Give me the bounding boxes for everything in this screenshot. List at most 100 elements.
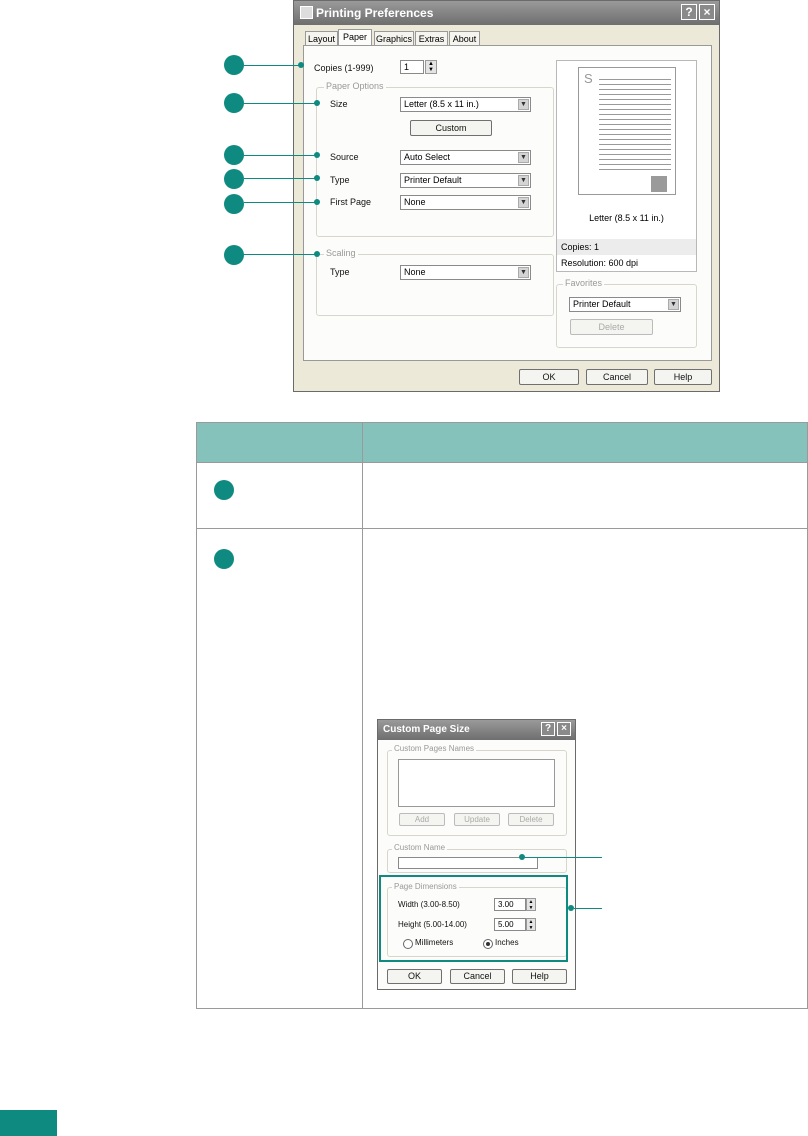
callout-marker: [224, 93, 244, 113]
tab-about[interactable]: About: [449, 31, 480, 45]
dialog-titlebar: Printing Preferences ? ×: [294, 1, 719, 25]
callout-line: [244, 202, 316, 203]
custom-ok-button[interactable]: OK: [387, 969, 442, 984]
footer-page-bar: [0, 1110, 57, 1136]
tab-extras[interactable]: Extras: [415, 31, 448, 45]
copies-label: Copies (1-999): [314, 63, 374, 73]
callout-marker: [224, 245, 244, 265]
size-value: Letter (8.5 x 11 in.): [404, 99, 479, 109]
scaling-type-label: Type: [330, 267, 350, 277]
close-title-button[interactable]: ×: [699, 4, 715, 20]
scaling-label: Scaling: [324, 248, 358, 258]
copies-input[interactable]: 1: [400, 60, 424, 74]
printer-icon: [300, 6, 313, 19]
source-value: Auto Select: [404, 152, 451, 162]
paper-options-label: Paper Options: [324, 81, 386, 91]
page-dimensions-highlight: [379, 875, 568, 962]
callout-line: [244, 178, 316, 179]
type-label: Type: [330, 175, 350, 185]
callout-line: [244, 65, 300, 66]
chevron-down-icon: ▼: [518, 175, 529, 186]
table-border-header-bottom: [196, 462, 808, 463]
cancel-button[interactable]: Cancel: [586, 369, 648, 385]
favorites-value: Printer Default: [573, 299, 631, 309]
chevron-down-icon: ▼: [518, 197, 529, 208]
favorites-label: Favorites: [563, 278, 605, 288]
first-page-value: None: [404, 197, 426, 207]
add-button[interactable]: Add: [399, 813, 445, 826]
favorites-group: [556, 284, 697, 348]
close-title-button[interactable]: ×: [557, 722, 571, 736]
preview-caption: Letter (8.5 x 11 in.): [589, 213, 664, 223]
resolution-info-row: Resolution: 600 dpi: [557, 256, 696, 271]
copies-spinner[interactable]: ▲ ▼: [425, 60, 437, 74]
chevron-down-icon: ▼: [668, 299, 679, 310]
type-value: Printer Default: [404, 175, 462, 185]
callout-dot: [314, 100, 320, 106]
callout-dot: [314, 199, 320, 205]
table-border-top: [196, 422, 808, 423]
page-preview: S: [578, 67, 676, 195]
first-page-combo[interactable]: None ▼: [400, 195, 531, 210]
chevron-down-icon: ▼: [518, 152, 529, 163]
custom-pages-list[interactable]: [398, 759, 555, 807]
scaling-type-value: None: [404, 267, 426, 277]
favorites-combo[interactable]: Printer Default ▼: [569, 297, 681, 312]
first-page-label: First Page: [330, 197, 372, 207]
type-combo[interactable]: Printer Default ▼: [400, 173, 531, 188]
preview-image-block: [651, 176, 667, 192]
size-combo[interactable]: Letter (8.5 x 11 in.) ▼: [400, 97, 531, 112]
help-button[interactable]: Help: [654, 369, 712, 385]
callout-line: [244, 254, 316, 255]
copies-info: Copies: 1: [561, 242, 600, 252]
callout-dot: [314, 152, 320, 158]
custom-pages-names-label: Custom Pages Names: [392, 744, 477, 753]
help-title-button[interactable]: ?: [681, 4, 697, 20]
custom-dialog-titlebar: Custom Page Size ? ×: [378, 720, 575, 740]
table-border-row1-bottom: [196, 528, 808, 529]
custom-cancel-button[interactable]: Cancel: [450, 969, 505, 984]
custom-help-button[interactable]: Help: [512, 969, 567, 984]
scaling-type-combo[interactable]: None ▼: [400, 265, 531, 280]
update-button[interactable]: Update: [454, 813, 500, 826]
callout-line: [244, 155, 316, 156]
table-row-marker: [214, 549, 234, 569]
callout-line: [574, 908, 602, 909]
callout-marker: [224, 145, 244, 165]
table-row-marker: [214, 480, 234, 500]
custom-dialog-title: Custom Page Size: [383, 724, 470, 735]
callout-dot: [298, 62, 304, 68]
preview-panel: S Letter (8.5 x 11 in.) Copies: 1 Resolu…: [556, 60, 697, 272]
custom-name-input[interactable]: [398, 857, 538, 869]
preview-letter: S: [584, 71, 593, 86]
table-border-bottom: [196, 1008, 808, 1009]
table-border-left: [196, 422, 197, 1009]
printing-preferences-dialog: Printing Preferences ? × Layout Paper Gr…: [293, 0, 720, 392]
source-combo[interactable]: Auto Select ▼: [400, 150, 531, 165]
chevron-down-icon: ▼: [518, 99, 529, 110]
resolution-info: Resolution: 600 dpi: [561, 258, 639, 268]
source-label: Source: [330, 152, 359, 162]
callout-dot: [314, 251, 320, 257]
tab-graphics[interactable]: Graphics: [374, 31, 414, 45]
dialog-title: Printing Preferences: [316, 6, 434, 20]
paper-tab-panel: Copies (1-999) 1 ▲ ▼ Paper Options Size L…: [303, 45, 712, 361]
callout-marker: [224, 194, 244, 214]
custom-name-label: Custom Name: [392, 843, 448, 852]
ok-button[interactable]: OK: [519, 369, 579, 385]
table-border-middle: [362, 422, 363, 1009]
table-header: [197, 423, 807, 463]
tab-paper[interactable]: Paper: [338, 29, 372, 46]
custom-button[interactable]: Custom: [410, 120, 492, 136]
callout-dot: [314, 175, 320, 181]
favorites-delete-button[interactable]: Delete: [570, 319, 653, 335]
scaling-group: [316, 254, 554, 316]
size-label: Size: [330, 99, 348, 109]
callout-marker: [224, 169, 244, 189]
callout-line: [244, 103, 316, 104]
callout-line: [525, 857, 602, 858]
tab-layout[interactable]: Layout: [305, 31, 338, 45]
custom-delete-button[interactable]: Delete: [508, 813, 554, 826]
help-title-button[interactable]: ?: [541, 722, 555, 736]
callout-marker: [224, 55, 244, 75]
